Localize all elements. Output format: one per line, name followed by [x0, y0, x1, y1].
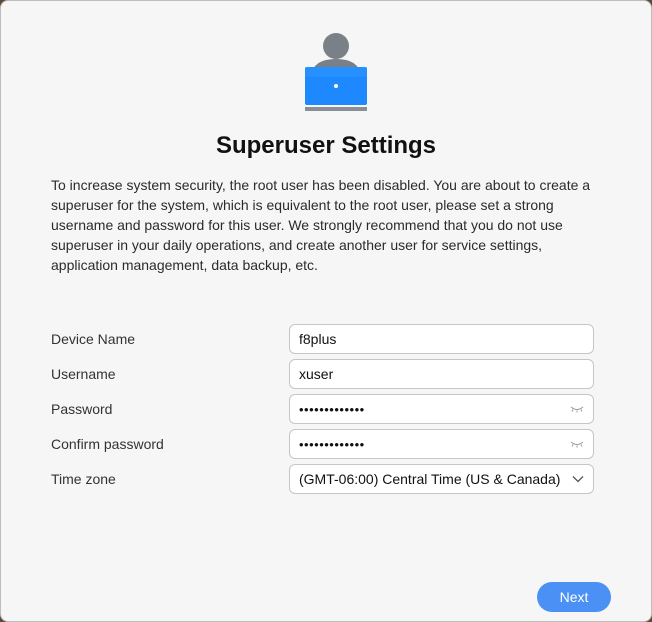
- description-text: To increase system security, the root us…: [51, 177, 591, 273]
- eye-closed-icon[interactable]: [570, 440, 584, 448]
- password-row: Password •••••••••••••: [51, 394, 596, 424]
- device-name-value: f8plus: [299, 331, 337, 347]
- eye-closed-icon[interactable]: [570, 405, 584, 413]
- time-zone-select[interactable]: (GMT-06:00) Central Time (US & Canada): [289, 464, 594, 494]
- device-name-label: Device Name: [51, 331, 136, 347]
- page-title: Superuser Settings: [215, 132, 437, 159]
- user-laptop-icon: [305, 33, 367, 111]
- username-row: Username xuser: [51, 359, 596, 389]
- superuser-settings-dialog: Superuser Settings To increase system se…: [0, 0, 652, 622]
- confirm-password-input[interactable]: •••••••••••••: [289, 429, 594, 459]
- chevron-down-icon: [572, 476, 584, 483]
- next-button[interactable]: Next: [537, 582, 611, 612]
- password-input[interactable]: •••••••••••••: [289, 394, 594, 424]
- confirm-password-label: Confirm password: [51, 436, 164, 452]
- password-label: Password: [51, 401, 113, 417]
- device-name-row: Device Name f8plus: [51, 324, 596, 354]
- confirm-password-row: Confirm password •••••••••••••: [51, 429, 596, 459]
- password-value: •••••••••••••: [299, 401, 365, 417]
- username-value: xuser: [299, 366, 334, 382]
- username-label: Username: [51, 366, 116, 382]
- time-zone-label: Time zone: [51, 471, 116, 487]
- username-input[interactable]: xuser: [289, 359, 594, 389]
- device-name-input[interactable]: f8plus: [289, 324, 594, 354]
- time-zone-value: (GMT-06:00) Central Time (US & Canada): [299, 471, 561, 487]
- confirm-password-value: •••••••••••••: [299, 436, 365, 452]
- time-zone-row: Time zone (GMT-06:00) Central Time (US &…: [51, 464, 596, 494]
